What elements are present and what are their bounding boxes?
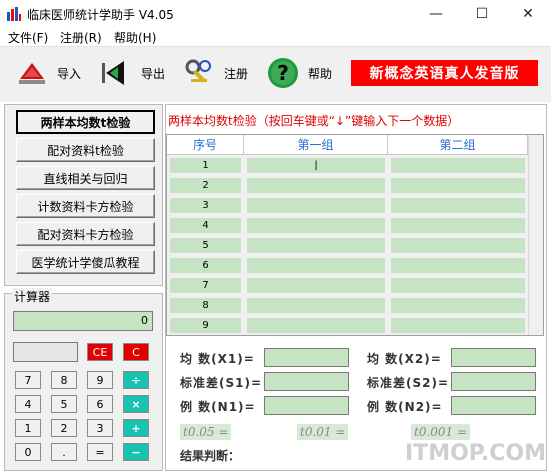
column-header-group1: 第一组 bbox=[244, 135, 388, 155]
sd2-label: 标准差(S2)= bbox=[367, 376, 450, 390]
sd2-field bbox=[451, 372, 536, 391]
calc-key-3[interactable]: 3 bbox=[87, 419, 113, 437]
row-index-cell: 5 bbox=[170, 238, 241, 253]
calc-key-1[interactable]: 1 bbox=[15, 419, 41, 437]
t-critical-0001: t0.001 = bbox=[411, 424, 471, 440]
calc-key-0[interactable]: 0 bbox=[15, 443, 41, 461]
row-index-cell: 6 bbox=[170, 258, 241, 273]
calc-add-button[interactable]: + bbox=[123, 419, 149, 437]
group1-cell[interactable] bbox=[247, 278, 385, 293]
column-header-index: 序号 bbox=[167, 135, 244, 155]
group1-cell[interactable] bbox=[247, 258, 385, 273]
statistics-tutorial-button[interactable]: 医学统计学傻瓜教程 bbox=[16, 250, 155, 274]
calc-decimal-button[interactable]: . bbox=[51, 443, 77, 461]
calc-key-4[interactable]: 4 bbox=[15, 395, 41, 413]
calc-ce-button[interactable]: CE bbox=[87, 343, 113, 361]
group2-cell[interactable] bbox=[391, 278, 525, 293]
help-label[interactable]: 帮助 bbox=[308, 65, 332, 82]
close-button[interactable]: ✕ bbox=[505, 0, 551, 27]
export-label[interactable]: 导出 bbox=[141, 65, 165, 82]
import-label[interactable]: 导入 bbox=[57, 65, 81, 82]
group1-cell[interactable] bbox=[247, 218, 385, 233]
menu-file[interactable]: 文件(F) bbox=[8, 29, 48, 46]
grid-scrollbar[interactable] bbox=[528, 135, 543, 335]
calc-multiply-button[interactable]: × bbox=[123, 395, 149, 413]
n1-field bbox=[264, 396, 349, 415]
group2-cell[interactable] bbox=[391, 178, 525, 193]
calculator-display: 0 bbox=[13, 311, 153, 331]
group1-cell[interactable]: | bbox=[247, 158, 385, 173]
calc-key-2[interactable]: 2 bbox=[51, 419, 77, 437]
menu-register[interactable]: 注册(R) bbox=[60, 29, 102, 46]
register-label[interactable]: 注册 bbox=[224, 65, 248, 82]
n2-label: 例 数(N2)= bbox=[367, 400, 443, 414]
t-critical-005: t0.05 = bbox=[180, 424, 232, 440]
chi-square-test-button[interactable]: 计数资料卡方检验 bbox=[16, 194, 155, 218]
row-index-cell: 8 bbox=[170, 298, 241, 313]
window-title: 临床医师统计学助手 V4.05 bbox=[27, 8, 174, 22]
calc-key-9[interactable]: 9 bbox=[87, 371, 113, 389]
calc-subtract-button[interactable]: − bbox=[123, 443, 149, 461]
column-header-group2: 第二组 bbox=[388, 135, 528, 155]
app-logo-icon bbox=[6, 6, 22, 22]
row-index-cell: 9 bbox=[170, 318, 241, 333]
paired-t-test-button[interactable]: 配对资料t检验 bbox=[16, 138, 155, 162]
calculator-title: 计算器 bbox=[12, 288, 53, 305]
calc-key-5[interactable]: 5 bbox=[51, 395, 77, 413]
mean1-label: 均 数(X1)= bbox=[180, 352, 255, 366]
correlation-regression-button[interactable]: 直线相关与回归 bbox=[16, 166, 155, 190]
two-sample-t-test-button[interactable]: 两样本均数t检验 bbox=[16, 110, 155, 134]
group1-cell[interactable] bbox=[247, 238, 385, 253]
group2-cell[interactable] bbox=[391, 198, 525, 213]
calc-divide-button[interactable]: ÷ bbox=[123, 371, 149, 389]
group2-cell[interactable] bbox=[391, 218, 525, 233]
group1-cell[interactable] bbox=[247, 198, 385, 213]
maximize-button[interactable]: ☐ bbox=[459, 0, 505, 27]
group2-cell[interactable] bbox=[391, 158, 525, 173]
row-index-cell: 1 bbox=[170, 158, 241, 173]
n2-field bbox=[451, 396, 536, 415]
keys-icon[interactable] bbox=[183, 57, 215, 89]
calc-c-button[interactable]: C bbox=[123, 343, 149, 361]
menu-help[interactable]: 帮助(H) bbox=[114, 29, 156, 46]
mean2-field bbox=[451, 348, 536, 367]
row-index-cell: 2 bbox=[170, 178, 241, 193]
export-icon[interactable] bbox=[98, 57, 130, 89]
test-instruction-header: 两样本均数t检验（按回车键或“↓”键输入下一个数据） bbox=[168, 114, 460, 128]
group1-cell[interactable] bbox=[247, 298, 385, 313]
result-judgement-label: 结果判断： bbox=[180, 449, 241, 463]
paired-chi-square-button[interactable]: 配对资料卡方检验 bbox=[16, 222, 155, 246]
group2-cell[interactable] bbox=[391, 238, 525, 253]
group2-cell[interactable] bbox=[391, 318, 525, 333]
svg-text:?: ? bbox=[277, 61, 289, 85]
mean1-field bbox=[264, 348, 349, 367]
calc-key-8[interactable]: 8 bbox=[51, 371, 77, 389]
t-critical-001: t0.01 = bbox=[297, 424, 349, 440]
n1-label: 例 数(N1)= bbox=[180, 400, 256, 414]
row-index-cell: 3 bbox=[170, 198, 241, 213]
promo-banner-button[interactable]: 新概念英语真人发音版 bbox=[351, 60, 538, 86]
test-selection-panel: 两样本均数t检验 配对资料t检验 直线相关与回归 计数资料卡方检验 配对资料卡方… bbox=[4, 104, 163, 286]
import-icon[interactable] bbox=[16, 57, 48, 89]
watermark: ITMOP.COM bbox=[405, 441, 546, 466]
calc-equals-button[interactable]: = bbox=[87, 443, 113, 461]
help-question-icon[interactable]: ? bbox=[267, 57, 299, 89]
mean2-label: 均 数(X2)= bbox=[367, 352, 442, 366]
group2-cell[interactable] bbox=[391, 298, 525, 313]
calculator-memory-field bbox=[13, 342, 78, 362]
calc-key-7[interactable]: 7 bbox=[15, 371, 41, 389]
group2-cell[interactable] bbox=[391, 258, 525, 273]
sd1-label: 标准差(S1)= bbox=[180, 376, 263, 390]
calc-key-6[interactable]: 6 bbox=[87, 395, 113, 413]
row-index-cell: 7 bbox=[170, 278, 241, 293]
minimize-button[interactable]: — bbox=[413, 0, 459, 27]
sd1-field bbox=[264, 372, 349, 391]
row-index-cell: 4 bbox=[170, 218, 241, 233]
group1-cell[interactable] bbox=[247, 318, 385, 333]
group1-cell[interactable] bbox=[247, 178, 385, 193]
